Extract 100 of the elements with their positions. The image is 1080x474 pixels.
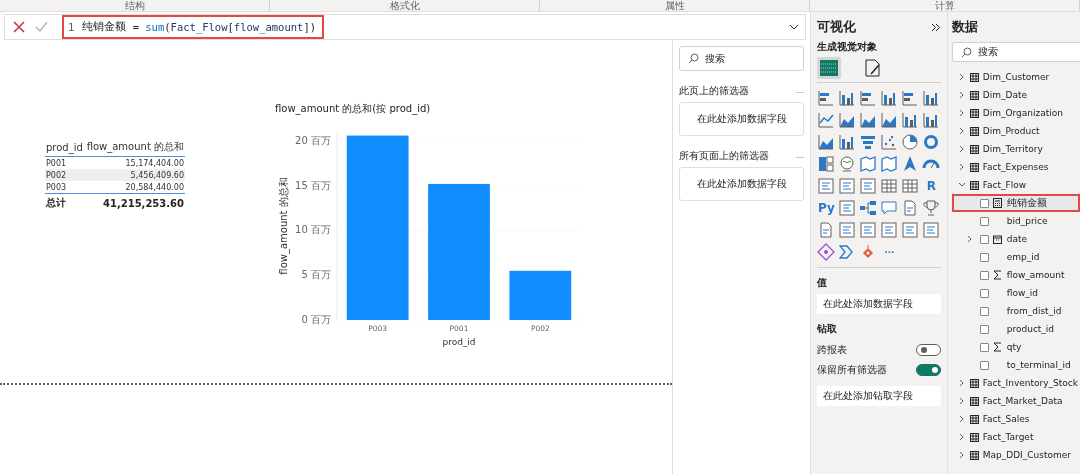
visual-button[interactable]: Py	[817, 199, 836, 217]
table-item[interactable]: Map_DDI_Customer	[951, 446, 1080, 464]
checkbox[interactable]	[979, 216, 989, 226]
pie-chart-icon[interactable]	[901, 133, 920, 151]
table-item[interactable]: Fact_Market_Data	[951, 392, 1080, 410]
chevron-icon[interactable]	[957, 145, 966, 153]
table-item[interactable]: Dim_Product	[951, 122, 1080, 140]
field-item[interactable]: qty	[951, 338, 1080, 356]
card-icon[interactable]	[838, 221, 857, 239]
checkbox[interactable]	[979, 360, 989, 370]
column-chart-icon[interactable]	[922, 111, 941, 129]
area-chart-icon[interactable]	[838, 111, 857, 129]
grid-icon[interactable]	[880, 177, 899, 195]
diamond-icon[interactable]	[817, 243, 836, 261]
card-icon[interactable]	[859, 177, 878, 195]
checkbox[interactable]	[979, 288, 989, 298]
drop-zone[interactable]: 在此处添加数据字段	[817, 294, 941, 314]
more-button[interactable]: …	[795, 150, 805, 163]
card-icon[interactable]	[922, 221, 941, 239]
column-chart-icon[interactable]	[922, 89, 941, 107]
field-item[interactable]: product_id	[951, 320, 1080, 338]
card-icon[interactable]	[838, 199, 857, 217]
grid-icon[interactable]	[901, 177, 920, 195]
build-visual-tab[interactable]	[817, 57, 842, 79]
field-item[interactable]: flow_amount	[951, 266, 1080, 284]
map-icon[interactable]	[880, 155, 899, 173]
chevron-icon[interactable]	[957, 109, 966, 117]
chevron-down-icon[interactable]	[789, 23, 800, 31]
ribbon-tab[interactable]: 属性	[540, 0, 810, 11]
field-item[interactable]: bid_price	[951, 212, 1080, 230]
column-chart-icon[interactable]	[901, 111, 920, 129]
table-item[interactable]: Fact_Target	[951, 428, 1080, 446]
card-icon[interactable]	[838, 177, 857, 195]
chevron-icon[interactable]	[957, 379, 966, 387]
chat-icon[interactable]	[880, 199, 899, 217]
bar-chart-icon[interactable]	[901, 89, 920, 107]
collapse-icon[interactable]	[930, 22, 941, 32]
visual-button[interactable]: ···	[880, 243, 899, 261]
chevron-icon[interactable]	[957, 73, 966, 81]
ribbon-tab[interactable]: 计算	[810, 0, 1080, 11]
checkbox[interactable]	[979, 270, 989, 280]
drop-zone[interactable]: 在此处添加钻取字段	[817, 386, 941, 406]
bar-chart-icon[interactable]	[817, 89, 836, 107]
donut-chart-icon[interactable]	[922, 133, 941, 151]
table-item[interactable]: Fact_Flow	[951, 176, 1080, 194]
checkbox[interactable]	[979, 324, 989, 334]
field-item[interactable]: emp_id	[951, 248, 1080, 266]
chevron-icon[interactable]	[957, 397, 966, 405]
chevron-icon[interactable]	[965, 235, 974, 243]
search-field[interactable]: 搜索	[951, 42, 1080, 62]
table-item[interactable]: Fact_Inventory_Stock	[951, 374, 1080, 392]
chevron-icon[interactable]	[957, 127, 966, 135]
visual-button[interactable]: R	[922, 177, 941, 195]
toggle-switch[interactable]	[915, 364, 941, 376]
field-item[interactable]: 纯销金额	[951, 194, 1080, 212]
check-icon[interactable]	[35, 21, 48, 33]
card-icon[interactable]	[859, 221, 878, 239]
tree-icon[interactable]	[859, 199, 878, 217]
chevron-icon[interactable]	[957, 181, 966, 189]
ribbon-tab[interactable]: 结构	[0, 0, 270, 11]
table-item[interactable]: Fact_Expenses	[951, 158, 1080, 176]
drop-zone[interactable]: 在此处添加数据字段	[679, 102, 805, 136]
bar[interactable]	[509, 270, 572, 320]
area-chart-icon[interactable]	[817, 133, 836, 151]
globe-icon[interactable]	[838, 155, 857, 173]
card-icon[interactable]	[817, 177, 836, 195]
trophy-icon[interactable]	[922, 199, 941, 217]
card-icon[interactable]	[901, 221, 920, 239]
table-item[interactable]: Dim_Organization	[951, 104, 1080, 122]
table-item[interactable]: Dim_Customer	[951, 68, 1080, 86]
chevron-icon[interactable]	[957, 415, 966, 423]
formula-input[interactable]: 1 纯销金额 = sum(Fact_Flow[flow_amount])	[62, 15, 325, 39]
field-item[interactable]: date	[951, 230, 1080, 248]
search-field[interactable]: 搜索	[679, 46, 805, 71]
bar-chart-icon[interactable]	[859, 89, 878, 107]
card-icon[interactable]	[880, 221, 899, 239]
drop-zone[interactable]: 在此处添加数据字段	[679, 167, 805, 201]
field-item[interactable]: from_dist_id	[951, 302, 1080, 320]
field-item[interactable]: flow_id	[951, 284, 1080, 302]
checkbox[interactable]	[979, 234, 989, 244]
chevron-icon[interactable]	[957, 163, 966, 171]
funnel-icon[interactable]	[859, 133, 878, 151]
close-icon[interactable]	[13, 21, 25, 33]
table-item[interactable]: Dim_Date	[951, 86, 1080, 104]
area-chart-icon[interactable]	[880, 111, 899, 129]
column-chart-icon[interactable]	[838, 89, 857, 107]
chevron-icon[interactable]	[957, 433, 966, 441]
checkbox[interactable]	[979, 306, 989, 316]
area-chart-icon[interactable]	[859, 111, 878, 129]
checkbox[interactable]	[979, 252, 989, 262]
line-chart-icon[interactable]	[817, 111, 836, 129]
ribbon-tab[interactable]: 格式化	[270, 0, 540, 11]
table-item[interactable]: Dim_Territory	[951, 140, 1080, 158]
checkbox[interactable]	[979, 342, 989, 352]
scatter-chart-icon[interactable]	[880, 133, 899, 151]
table-item[interactable]: Fact_Sales	[951, 410, 1080, 428]
field-item[interactable]: to_terminal_id	[951, 356, 1080, 374]
treemap-icon[interactable]	[817, 155, 836, 173]
more-button[interactable]: …	[795, 85, 805, 98]
chevron-icon[interactable]	[957, 451, 966, 459]
